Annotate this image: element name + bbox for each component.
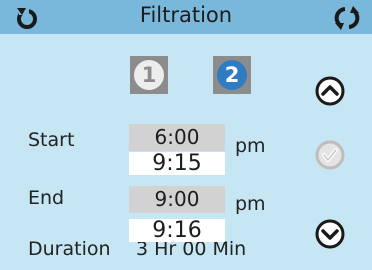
chevron-up-icon[interactable] — [314, 75, 346, 107]
filtration-screen: Filtration 1 2 Start 6:00 pm End 9:00 pm… — [0, 0, 372, 270]
overlay-time-upper: 9:15 — [129, 152, 225, 175]
checkmark-icon[interactable] — [314, 139, 346, 171]
header-bar: Filtration — [0, 0, 372, 34]
refresh-icon[interactable] — [332, 5, 362, 31]
duration-label: Duration — [28, 238, 111, 260]
end-label: End — [28, 187, 65, 209]
filter-cycle-2-label: 2 — [217, 60, 247, 90]
start-time-field[interactable]: 6:00 — [129, 124, 225, 151]
filter-cycle-2-button[interactable]: 2 — [213, 56, 251, 94]
filter-cycle-1-label: 1 — [134, 60, 164, 90]
start-ampm: pm — [235, 135, 266, 157]
page-title: Filtration — [139, 3, 233, 27]
start-label: Start — [28, 129, 75, 151]
end-time-field[interactable]: 9:00 — [129, 186, 225, 213]
filter-cycle-1-button[interactable]: 1 — [130, 56, 168, 94]
end-ampm: pm — [235, 193, 266, 215]
chevron-down-icon[interactable] — [314, 218, 346, 250]
overlay-time-lower: 9:16 — [129, 219, 225, 242]
